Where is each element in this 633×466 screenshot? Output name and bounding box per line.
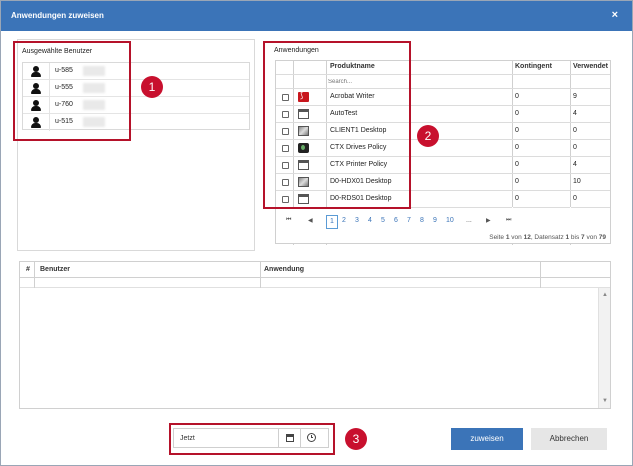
assignments-grid-header: # Benutzer Anwendung xyxy=(20,262,610,278)
page-5[interactable]: 5 xyxy=(381,217,385,224)
page-9[interactable]: 9 xyxy=(433,217,437,224)
total-pages: 12 xyxy=(523,234,531,241)
app-kontingent: 0 xyxy=(515,127,519,134)
column-header-verwendet[interactable]: Verwendet xyxy=(573,63,608,70)
callout-badge-2: 2 xyxy=(417,125,439,147)
dialog-title: Anwendungen zuweisen xyxy=(11,11,104,20)
page-10[interactable]: 10 xyxy=(446,217,454,224)
assignments-grid: # Benutzer Anwendung ▲ ▼ xyxy=(19,261,611,409)
vertical-scrollbar[interactable]: ▲ ▼ xyxy=(598,288,610,408)
assign-button[interactable]: zuweisen xyxy=(451,428,523,450)
first-page-icon[interactable]: ⏮ xyxy=(286,217,291,224)
app-verwendet: 10 xyxy=(573,178,581,185)
callout-frame-users xyxy=(13,41,131,141)
callout-badge-1: 1 xyxy=(141,76,163,98)
callout-frame-apps xyxy=(263,41,411,209)
column-header-kontingent[interactable]: Kontingent xyxy=(515,63,552,70)
next-page-icon[interactable]: ▶ xyxy=(486,217,491,224)
page-7[interactable]: 7 xyxy=(407,217,411,224)
dialog-titlebar: Anwendungen zuweisen × xyxy=(1,1,632,31)
assignments-filter-row xyxy=(20,278,610,288)
app-verwendet: 4 xyxy=(573,161,577,168)
page-4[interactable]: 4 xyxy=(368,217,372,224)
record-total: 79 xyxy=(598,234,606,241)
callout-frame-datetime xyxy=(169,423,335,455)
app-kontingent: 0 xyxy=(515,178,519,185)
app-kontingent: 0 xyxy=(515,195,519,202)
column-header-app[interactable]: Anwendung xyxy=(264,266,304,273)
callout-badge-3: 3 xyxy=(345,428,367,450)
page-info: Seite 1 von 12, Datensatz 1 bis 7 von 79 xyxy=(489,234,606,241)
cancel-button[interactable]: Abbrechen xyxy=(531,428,607,450)
assign-applications-dialog: Anwendungen zuweisen × Ausgewählte Benut… xyxy=(0,0,633,466)
app-verwendet: 0 xyxy=(573,144,577,151)
scroll-up-icon[interactable]: ▲ xyxy=(602,292,608,298)
page-1[interactable]: 1 xyxy=(326,215,338,229)
app-verwendet: 4 xyxy=(573,110,577,117)
pagination: ⏮ ◀ 1 2 3 4 5 6 7 8 9 10 ... ▶ ⏭ xyxy=(282,215,612,229)
close-icon[interactable]: × xyxy=(612,9,618,21)
app-kontingent: 0 xyxy=(515,110,519,117)
app-kontingent: 0 xyxy=(515,161,519,168)
scroll-down-icon[interactable]: ▼ xyxy=(602,398,608,404)
pages-ellipsis[interactable]: ... xyxy=(466,217,472,224)
page-2[interactable]: 2 xyxy=(342,217,346,224)
page-3[interactable]: 3 xyxy=(355,217,359,224)
app-verwendet: 0 xyxy=(573,127,577,134)
prev-page-icon[interactable]: ◀ xyxy=(308,217,313,224)
app-kontingent: 0 xyxy=(515,144,519,151)
last-page-icon[interactable]: ⏭ xyxy=(506,217,511,224)
column-header-num[interactable]: # xyxy=(26,266,30,273)
app-verwendet: 0 xyxy=(573,195,577,202)
column-header-user[interactable]: Benutzer xyxy=(40,266,70,273)
page-6[interactable]: 6 xyxy=(394,217,398,224)
page-8[interactable]: 8 xyxy=(420,217,424,224)
app-verwendet: 9 xyxy=(573,93,577,100)
app-kontingent: 0 xyxy=(515,93,519,100)
